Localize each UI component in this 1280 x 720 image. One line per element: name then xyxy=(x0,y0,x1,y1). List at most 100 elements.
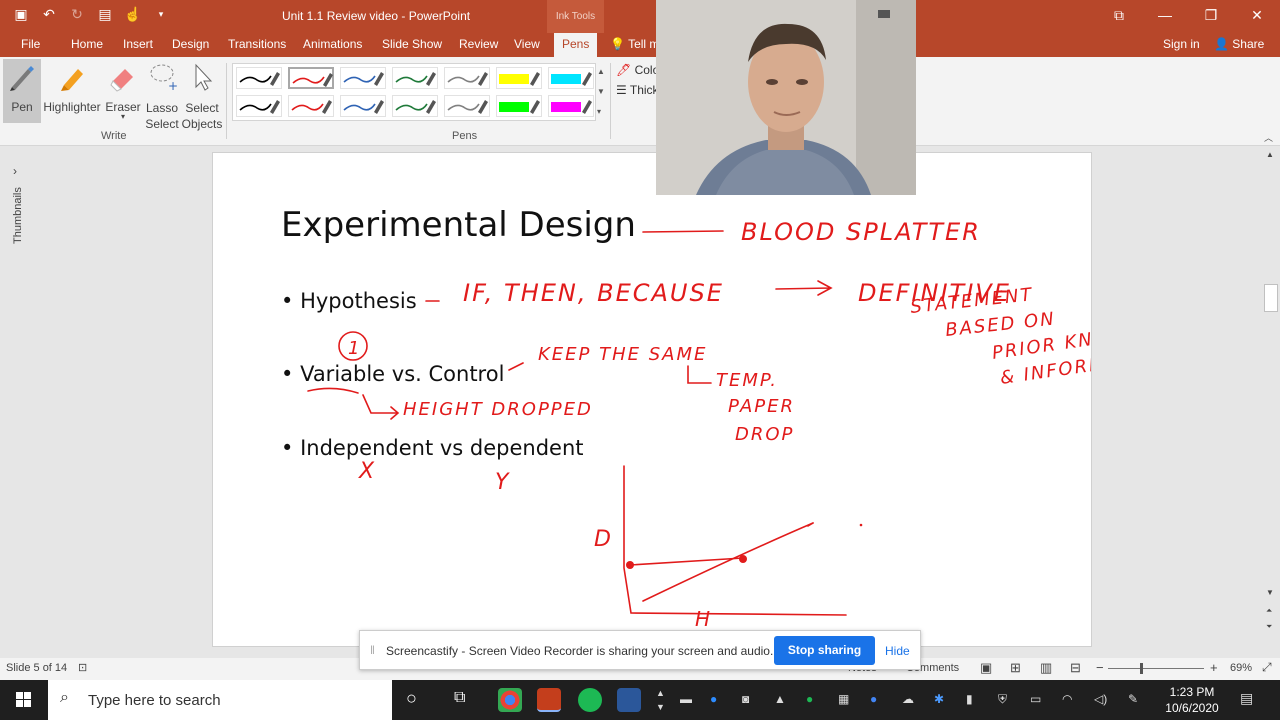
start-presentation-icon[interactable]: ▤ xyxy=(96,6,114,23)
pen-swatch[interactable] xyxy=(496,95,542,117)
hide-button[interactable]: Hide xyxy=(885,644,910,658)
screen-sharing-banner: ‖ Screencastify - Screen Video Recorder … xyxy=(359,630,921,670)
pen-swatch[interactable] xyxy=(340,95,386,117)
expand-thumbnails-icon[interactable]: › xyxy=(13,164,17,178)
tab-home[interactable]: Home xyxy=(71,37,103,51)
wifi-icon[interactable]: ◠ xyxy=(1062,692,1072,706)
chrome-taskbar-icon[interactable] xyxy=(498,688,522,712)
scroll-down-icon[interactable]: ▼ xyxy=(1266,588,1274,597)
slide-sorter-icon[interactable]: ⊞ xyxy=(1010,660,1021,676)
microphone-icon[interactable]: ▮ xyxy=(966,692,973,706)
tab-view[interactable]: View xyxy=(514,37,540,51)
pen-swatch[interactable] xyxy=(236,95,282,117)
pen-thickness-button[interactable]: ☰ Thick xyxy=(616,83,659,97)
battery-icon[interactable]: ▭ xyxy=(1030,692,1041,706)
close-icon[interactable]: ✕ xyxy=(1234,0,1280,33)
pen-swatch[interactable] xyxy=(236,67,282,89)
tray-app-icon[interactable]: ◙ xyxy=(742,692,749,706)
touch-mode-icon[interactable]: ☝ xyxy=(124,6,142,23)
thumbnails-label[interactable]: Thumbnails xyxy=(12,184,24,244)
next-slide-icon[interactable]: ⏷ xyxy=(1266,622,1272,632)
tray-app-icon[interactable]: ▬ xyxy=(680,692,692,706)
scroll-up-icon[interactable]: ▲ xyxy=(1266,150,1274,159)
tab-animations[interactable]: Animations xyxy=(303,37,362,51)
minimize-icon[interactable]: — xyxy=(1142,0,1188,33)
tab-insert[interactable]: Insert xyxy=(123,37,153,51)
pen-swatch[interactable] xyxy=(548,67,594,89)
tell-me-search[interactable]: 💡 Tell m xyxy=(610,37,659,51)
spotify-taskbar-icon[interactable] xyxy=(578,688,602,712)
redo-icon[interactable]: ↻ xyxy=(68,6,86,23)
scroll-taskbar-icon[interactable]: ▲ ▼ xyxy=(656,686,665,714)
accessibility-icon[interactable]: ⊡ xyxy=(78,661,87,674)
tab-file[interactable]: File xyxy=(21,37,40,51)
zoom-slider-thumb[interactable] xyxy=(1140,663,1143,674)
pen-swatch[interactable] xyxy=(288,95,334,117)
powerpoint-taskbar-icon[interactable] xyxy=(537,688,561,712)
eraser-tool-button[interactable]: Eraser ▾ xyxy=(103,59,143,121)
stop-sharing-button[interactable]: Stop sharing xyxy=(774,636,875,665)
system-clock[interactable]: 1:23 PM 10/6/2020 xyxy=(1160,684,1224,716)
volume-icon[interactable]: ◁) xyxy=(1094,692,1107,706)
restore-icon[interactable]: ❐ xyxy=(1188,0,1234,33)
tab-transitions[interactable]: Transitions xyxy=(228,37,286,51)
tab-slide-show[interactable]: Slide Show xyxy=(382,37,442,51)
zoom-slider-track[interactable] xyxy=(1108,668,1204,669)
bluetooth-icon[interactable]: ✱ xyxy=(934,692,944,706)
zoom-in-icon[interactable]: + xyxy=(1210,660,1218,675)
pen-workspace-icon[interactable]: ✎ xyxy=(1128,692,1138,706)
taskbar-search-box[interactable]: ⌕ Type here to search xyxy=(48,680,392,720)
previous-slide-icon[interactable]: ⏶ xyxy=(1266,606,1272,616)
ribbon-display-options-icon[interactable]: ⧉ xyxy=(1096,0,1142,33)
tab-review[interactable]: Review xyxy=(459,37,498,51)
pen-swatch[interactable] xyxy=(288,67,334,89)
thickness-label: Thick xyxy=(629,83,659,97)
onedrive-icon[interactable]: ☁ xyxy=(902,692,914,706)
pen-swatch[interactable] xyxy=(548,95,594,117)
pen-swatch[interactable] xyxy=(496,67,542,89)
task-view-icon[interactable]: ⧉ xyxy=(454,689,465,707)
notifications-icon[interactable]: ▤ xyxy=(1240,690,1253,707)
select-objects-button[interactable]: Select Objects xyxy=(181,59,223,132)
security-icon[interactable]: ⛨ xyxy=(998,692,1007,707)
gallery-down-icon[interactable]: ▼ xyxy=(597,87,605,96)
pen-color-button[interactable]: 🖊 Colo xyxy=(616,63,659,77)
slide-show-icon[interactable]: ⊟ xyxy=(1070,660,1081,676)
slide-canvas[interactable]: Experimental Design • Hypothesis • Varia… xyxy=(212,152,1092,647)
tray-app-icon[interactable]: ▲ xyxy=(774,692,786,706)
tab-design[interactable]: Design xyxy=(172,37,209,51)
highlighter-tool-button[interactable]: Highlighter xyxy=(43,59,101,114)
scrollbar-thumb[interactable] xyxy=(1264,284,1278,312)
word-taskbar-icon[interactable] xyxy=(617,688,641,712)
pen-swatch[interactable] xyxy=(392,95,438,117)
pen-swatch[interactable] xyxy=(444,95,490,117)
vertical-scrollbar[interactable]: ▲ ▼ ⏶ ⏷ xyxy=(1262,146,1280,658)
normal-view-icon[interactable]: ▣ xyxy=(980,660,992,676)
chrome-tray-icon[interactable]: ● xyxy=(870,692,877,706)
gallery-up-icon[interactable]: ▲ xyxy=(597,67,605,76)
cortana-icon[interactable]: ○ xyxy=(406,688,417,709)
pen-swatch[interactable] xyxy=(444,67,490,89)
zoom-tray-icon[interactable]: ● xyxy=(710,692,717,706)
customize-qat-icon[interactable]: ▾ xyxy=(152,9,170,20)
lasso-select-button[interactable]: + Lasso Select xyxy=(144,59,180,132)
save-icon[interactable]: ▣ xyxy=(12,6,30,23)
undo-icon[interactable]: ↶ xyxy=(40,6,58,23)
share-button[interactable]: 👤 Share xyxy=(1214,37,1264,51)
collapse-ribbon-icon[interactable]: ︿ xyxy=(1264,131,1273,144)
fit-to-window-icon[interactable]: ⤢ xyxy=(1262,660,1272,675)
pen-tool-button[interactable]: Pen xyxy=(3,59,41,123)
reading-view-icon[interactable]: ▥ xyxy=(1040,660,1052,676)
zoom-level[interactable]: 69% xyxy=(1230,662,1252,674)
pen-swatch[interactable] xyxy=(340,67,386,89)
tray-app-icon[interactable]: ▦ xyxy=(838,692,849,706)
drag-handle-icon[interactable]: ‖ xyxy=(370,643,375,657)
tab-pens[interactable]: Pens xyxy=(554,33,598,57)
spotify-tray-icon[interactable]: ● xyxy=(806,692,813,706)
ink-annotations: BLOOD SPLATTER IF, THEN, BECAUSE DEFINIT… xyxy=(307,218,1091,631)
zoom-out-icon[interactable]: − xyxy=(1096,660,1104,675)
pen-swatch[interactable] xyxy=(392,67,438,89)
start-button[interactable] xyxy=(0,680,48,720)
sign-in-link[interactable]: Sign in xyxy=(1163,37,1200,51)
gallery-more-icon[interactable]: ▾ xyxy=(597,107,601,116)
